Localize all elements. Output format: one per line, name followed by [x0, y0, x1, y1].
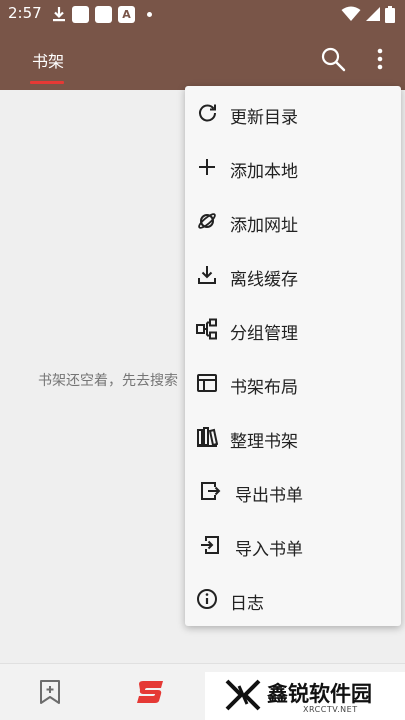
watermark-url: XRCCTV.NET	[303, 705, 358, 714]
search-icon[interactable]	[320, 46, 346, 72]
tab-indicator	[30, 81, 64, 84]
wifi-icon	[341, 6, 361, 21]
planet-icon	[198, 213, 216, 229]
more-options-icon[interactable]	[370, 46, 390, 72]
export-icon	[201, 482, 221, 500]
app-notification-icon-2	[95, 5, 112, 23]
tab-label: 书架	[32, 52, 65, 71]
menu-item-shelf-layout[interactable]: 书架布局	[185, 356, 401, 410]
menu-item-add-url[interactable]: 添加网址	[185, 194, 401, 248]
info-icon	[197, 589, 217, 609]
menu-item-label: 离线缓存	[230, 270, 298, 290]
a-notification-icon: A	[118, 5, 135, 23]
menu-item-log[interactable]: 日志	[185, 572, 401, 626]
notification-icons: A	[52, 5, 152, 23]
download-notification-icon	[53, 7, 65, 22]
menu-item-offline-cache[interactable]: 离线缓存	[185, 248, 401, 302]
plus-icon	[199, 159, 215, 175]
books-icon	[197, 427, 218, 447]
menu-item-label: 更新目录	[230, 108, 298, 128]
menu-item-label: 分组管理	[230, 324, 298, 344]
menu-item-label: 导出书单	[235, 486, 303, 506]
group-icon	[196, 318, 217, 340]
system-icons	[341, 5, 395, 23]
app-bar: 书架	[0, 28, 405, 90]
menu-item-group-manage[interactable]: 分组管理	[185, 302, 401, 356]
more-notifications-dot-icon	[147, 11, 152, 17]
menu-item-label: 书架布局	[230, 378, 298, 398]
watermark: 鑫锐软件园 XRCCTV.NET	[205, 672, 405, 720]
app-notification-icon	[72, 5, 89, 23]
menu-item-add-local[interactable]: 添加本地	[185, 140, 401, 194]
watermark-name: 鑫锐软件园	[267, 682, 372, 706]
menu-item-export-booklist[interactable]: 导出书单	[185, 464, 401, 518]
status-time: 2:57	[8, 4, 42, 22]
menu-item-import-booklist[interactable]: 导入书单	[185, 518, 401, 572]
overflow-menu: 更新目录 添加本地 添加网址 离线缓存 分组管理 书架布局 整理书架 导出书单 …	[185, 86, 401, 626]
status-bar: 2:57 A	[0, 0, 405, 28]
menu-item-label: 导入书单	[235, 540, 303, 560]
watermark-logo-icon	[225, 679, 261, 711]
download-icon	[198, 266, 216, 284]
signal-icon	[366, 7, 380, 21]
refresh-icon	[199, 104, 216, 122]
menu-item-organize-shelf[interactable]: 整理书架	[185, 410, 401, 464]
menu-item-label: 整理书架	[230, 432, 298, 452]
bookshelf-nav-icon[interactable]	[38, 679, 62, 705]
tab-bookshelf[interactable]: 书架	[28, 28, 68, 90]
layout-icon	[197, 374, 217, 392]
menu-item-label: 添加网址	[230, 216, 298, 236]
import-icon	[201, 536, 219, 554]
empty-shelf-message: 书架还空着，先去搜索	[38, 373, 178, 389]
menu-item-label: 日志	[230, 594, 264, 614]
menu-item-label: 添加本地	[230, 162, 298, 182]
menu-item-update-catalog[interactable]: 更新目录	[185, 86, 401, 140]
battery-icon	[385, 5, 395, 23]
explore-nav-icon[interactable]	[136, 679, 166, 705]
